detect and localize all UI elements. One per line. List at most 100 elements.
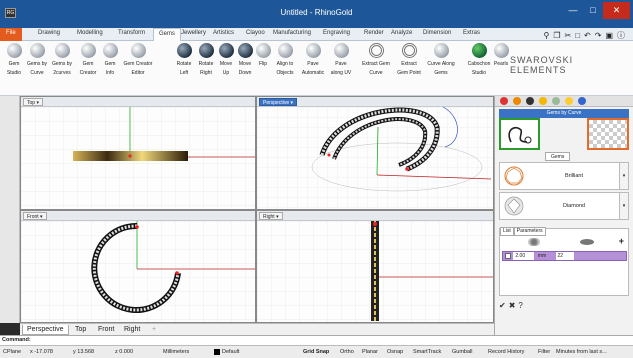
- units-label[interactable]: Millimeters: [163, 346, 189, 358]
- gem-material-dropdown[interactable]: ▾: [619, 193, 628, 219]
- extract-gem-point-button[interactable]: Extract Gem Point: [394, 43, 424, 76]
- gem-cut-dropdown[interactable]: ▾: [619, 163, 628, 189]
- pave-automatic-button[interactable]: Pave Automatic: [300, 43, 326, 76]
- curve-along-gems-button[interactable]: Curve Along Gems: [425, 43, 457, 76]
- move-up-button[interactable]: Move Up: [217, 43, 235, 76]
- tab-parameters[interactable]: Parameters: [513, 227, 546, 236]
- help-panel-icon[interactable]: [552, 97, 560, 106]
- viewport-label-front[interactable]: Front ▾: [23, 212, 47, 220]
- viewport-front[interactable]: Front ▾: [20, 210, 256, 323]
- tab-front[interactable]: Front: [94, 325, 118, 335]
- pave-along-uv-button[interactable]: Pave along UV: [328, 43, 354, 76]
- viewport-titlebar: Top ▾: [21, 97, 255, 107]
- align-to-objects-button[interactable]: Align to Objects: [273, 43, 297, 76]
- rotate-right-button[interactable]: Rotate Right: [196, 43, 216, 76]
- lights-icon[interactable]: [539, 97, 547, 106]
- help-icon[interactable]: ?: [518, 301, 525, 310]
- tab-artistics[interactable]: Artistics: [213, 30, 234, 36]
- tab-list[interactable]: List: [500, 227, 514, 236]
- extract-gem-curve-button[interactable]: Extract Gem Curve: [360, 43, 392, 76]
- tab-extras[interactable]: Extras: [463, 30, 480, 36]
- cabochon-studio-button[interactable]: Cabochon Studio: [465, 43, 493, 76]
- rotate-left-button[interactable]: Rotate Left: [174, 43, 194, 76]
- gems-by-curve-button[interactable]: Gems by Curve: [26, 43, 48, 76]
- gem-size-field[interactable]: 2.00: [513, 252, 535, 260]
- tab-top[interactable]: Top: [71, 325, 90, 335]
- ortho-toggle[interactable]: Ortho: [340, 346, 354, 358]
- tab-transform[interactable]: Transform: [118, 30, 145, 36]
- viewport-label-top[interactable]: Top ▾: [23, 98, 43, 106]
- curve-selector[interactable]: [499, 118, 540, 150]
- tab-dimension[interactable]: Dimension: [423, 30, 451, 36]
- planar-toggle[interactable]: Planar: [362, 346, 378, 358]
- layers-icon[interactable]: [513, 97, 521, 106]
- minimize-button[interactable]: —: [563, 2, 583, 19]
- swarovski-elements-logo[interactable]: SWAROVSKI ELEMENTS: [510, 55, 573, 75]
- rotate-right-icon: [198, 43, 214, 58]
- cplane-label[interactable]: CPlane: [3, 346, 21, 358]
- tab-right[interactable]: Right: [120, 325, 144, 335]
- move-down-button[interactable]: Move Down: [236, 43, 254, 76]
- viewport-label-perspective[interactable]: Perspective ▾: [259, 98, 298, 106]
- ok-icon[interactable]: ✔: [499, 301, 509, 310]
- record-history-toggle[interactable]: Record History: [488, 346, 524, 358]
- tab-modelling[interactable]: Modelling: [77, 30, 103, 36]
- undo-icon[interactable]: ↶: [584, 31, 595, 40]
- gem-count-field[interactable]: 22: [555, 252, 574, 260]
- viewport-top[interactable]: Top ▾: [20, 96, 256, 210]
- save-icon[interactable]: ▣: [605, 31, 617, 40]
- tab-gems[interactable]: Gems: [153, 28, 182, 42]
- gem-material-selector[interactable]: Diamond ▾: [499, 192, 629, 220]
- viewport-perspective[interactable]: Perspective ▾: [256, 96, 494, 210]
- tab-analyze[interactable]: Analyze: [391, 30, 412, 36]
- display-icon[interactable]: [578, 97, 586, 106]
- layer-label[interactable]: Default: [214, 346, 239, 358]
- gems-tab[interactable]: Gems: [545, 152, 571, 161]
- gem-info-button[interactable]: Gem Info: [101, 43, 119, 76]
- filter-toggle[interactable]: Filter: [538, 346, 550, 358]
- tab-render[interactable]: Render: [364, 30, 384, 36]
- cancel-icon[interactable]: ✖: [509, 301, 519, 310]
- cut-icon[interactable]: ✂: [564, 31, 575, 40]
- tab-engraving[interactable]: Engraving: [323, 30, 350, 36]
- gem-cut-selector[interactable]: Brilliant ▾: [499, 162, 629, 190]
- layer-color-swatch: [214, 348, 220, 355]
- add-viewport-tab-button[interactable]: +: [148, 325, 160, 335]
- pin-icon[interactable]: ⚲: [543, 31, 553, 40]
- properties-icon[interactable]: [500, 97, 508, 106]
- notes-icon[interactable]: [565, 97, 573, 106]
- add-gem-button[interactable]: +: [619, 236, 624, 246]
- gem-creator-editor-button[interactable]: Gem Creator Editor: [121, 43, 155, 76]
- tab-jewellery[interactable]: Jewellery: [181, 30, 206, 36]
- gems-by-2curves-button[interactable]: Gems by 2curves: [50, 43, 74, 76]
- copy-icon[interactable]: ❐: [553, 31, 564, 40]
- command-line[interactable]: Command:: [0, 335, 633, 345]
- close-button[interactable]: ✕: [603, 2, 630, 19]
- gumball-toggle[interactable]: Gumball: [452, 346, 472, 358]
- gem-studio-button[interactable]: Gem Studio: [3, 43, 25, 76]
- tab-perspective[interactable]: Perspective: [22, 325, 69, 335]
- help-icon[interactable]: ⓘ: [617, 31, 629, 40]
- rhinogold-panel-icon[interactable]: [526, 97, 534, 106]
- maximize-button[interactable]: □: [583, 2, 603, 19]
- gem-creator-button[interactable]: Gem Creator: [77, 43, 99, 76]
- gem-size-row[interactable]: 2.00 mm 22: [502, 251, 627, 261]
- panel-icon-bar: [495, 96, 633, 107]
- row-checkbox[interactable]: [505, 253, 511, 259]
- tab-drawing[interactable]: Drawing: [38, 30, 60, 36]
- smarttrack-toggle[interactable]: SmartTrack: [413, 346, 441, 358]
- redo-icon[interactable]: ↷: [595, 31, 606, 40]
- pearls-button[interactable]: Pearls: [492, 43, 510, 70]
- tab-file[interactable]: File: [0, 28, 22, 41]
- panel-actions: ✔✖?: [499, 301, 526, 310]
- flip-button[interactable]: Flip: [255, 43, 271, 70]
- viewport-right[interactable]: Right ▾: [256, 210, 494, 323]
- surface-selector[interactable]: [587, 118, 629, 150]
- gem-info-icon: [102, 43, 118, 58]
- paste-icon[interactable]: □: [575, 31, 584, 40]
- osnap-toggle[interactable]: Osnap: [387, 346, 403, 358]
- tab-clayoo[interactable]: Clayoo: [246, 30, 265, 36]
- viewport-label-right[interactable]: Right ▾: [259, 212, 283, 220]
- grid-snap-toggle[interactable]: Grid Snap: [303, 346, 329, 358]
- tab-manufacturing[interactable]: Manufacturing: [273, 30, 311, 36]
